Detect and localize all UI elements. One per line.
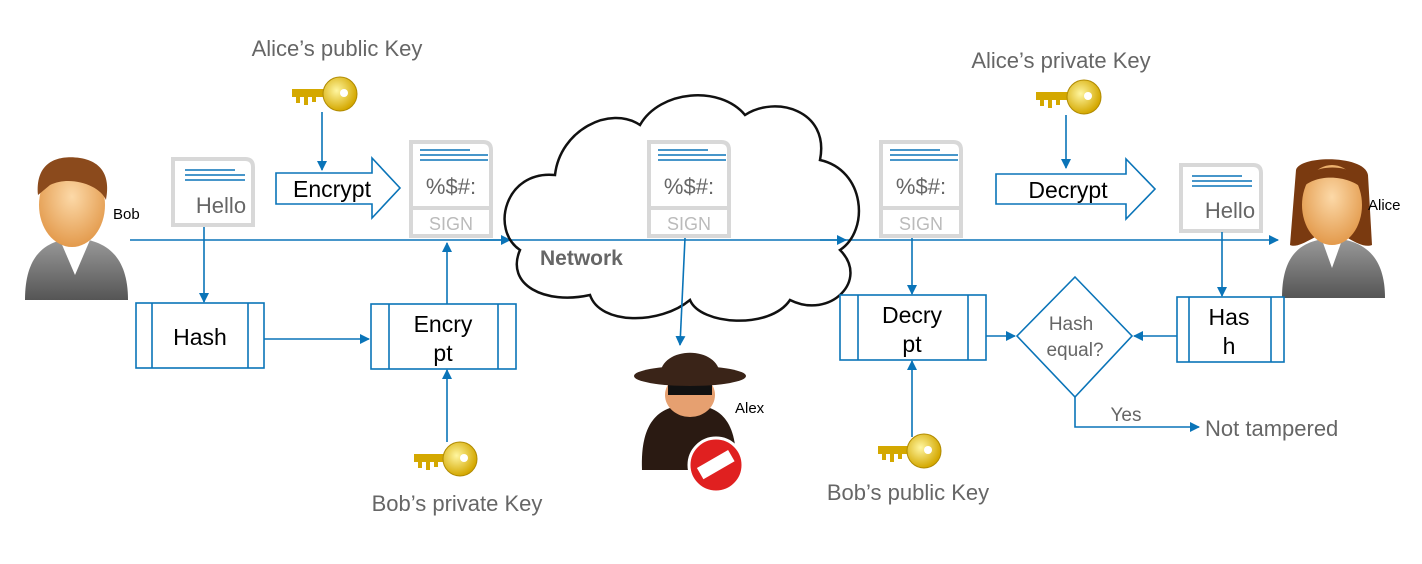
result-label: Not tampered	[1205, 416, 1338, 441]
diagram-canvas: Bob Alice Alice’s public Key Alice’s pri…	[25, 36, 1401, 516]
signed-document-network: %$#: SIGN	[647, 140, 731, 238]
decrypt-label: Decry	[882, 302, 943, 328]
person-icon	[1282, 159, 1385, 298]
plain-message: Hello	[196, 193, 246, 218]
cipher-text: %$#:	[426, 174, 476, 199]
signed-document-bob: %$#: SIGN	[409, 140, 493, 238]
yes-label: Yes	[1111, 405, 1142, 426]
bob-label: Bob	[113, 206, 140, 223]
intercept-line	[675, 237, 686, 346]
no-entry-icon	[687, 436, 745, 494]
key-icon	[414, 441, 478, 477]
encrypt-label: pt	[433, 340, 453, 366]
network-label: Network	[540, 247, 623, 270]
hash-process-bob: Hash	[135, 302, 265, 369]
encrypt-arrow-label: Encrypt	[293, 176, 372, 202]
cipher-text: %$#:	[664, 174, 714, 199]
bob-public-key-label: Bob’s public Key	[827, 480, 989, 505]
alice-label: Alice	[1368, 197, 1401, 214]
hash-equal-decision: Hash equal?	[1015, 275, 1134, 399]
bob-private-key-label: Bob’s private Key	[372, 491, 543, 516]
hash-label: h	[1223, 333, 1236, 359]
encrypt-label: Encry	[414, 311, 473, 337]
key-icon	[878, 433, 942, 469]
person-icon	[25, 157, 128, 300]
decision-label: equal?	[1046, 340, 1103, 361]
cipher-text: %$#:	[896, 174, 946, 199]
hash-label: Hash	[173, 324, 227, 350]
sign-label: SIGN	[429, 214, 473, 234]
alice-public-key-label: Alice’s public Key	[252, 36, 423, 61]
sign-label: SIGN	[899, 214, 943, 234]
encrypt-process: Encry pt	[370, 303, 517, 370]
key-icon	[292, 76, 358, 112]
hash-label: Has	[1209, 304, 1250, 330]
digital-signature-diagram: Bob Alice Alice’s public Key Alice’s pri…	[0, 0, 1422, 564]
decrypt-label: pt	[902, 331, 922, 357]
decision-label: Hash	[1049, 314, 1093, 335]
hash-process-alice: Has h	[1176, 296, 1285, 363]
alex-label: Alex	[735, 400, 765, 417]
key-icon	[1036, 79, 1102, 115]
sign-label: SIGN	[667, 214, 711, 234]
signed-document-alice: %$#: SIGN	[879, 140, 963, 238]
plain-message: Hello	[1205, 198, 1255, 223]
decrypt-arrow-label: Decrypt	[1028, 177, 1108, 203]
decrypt-process: Decry pt	[839, 294, 987, 361]
alice-private-key-label: Alice’s private Key	[971, 48, 1150, 73]
